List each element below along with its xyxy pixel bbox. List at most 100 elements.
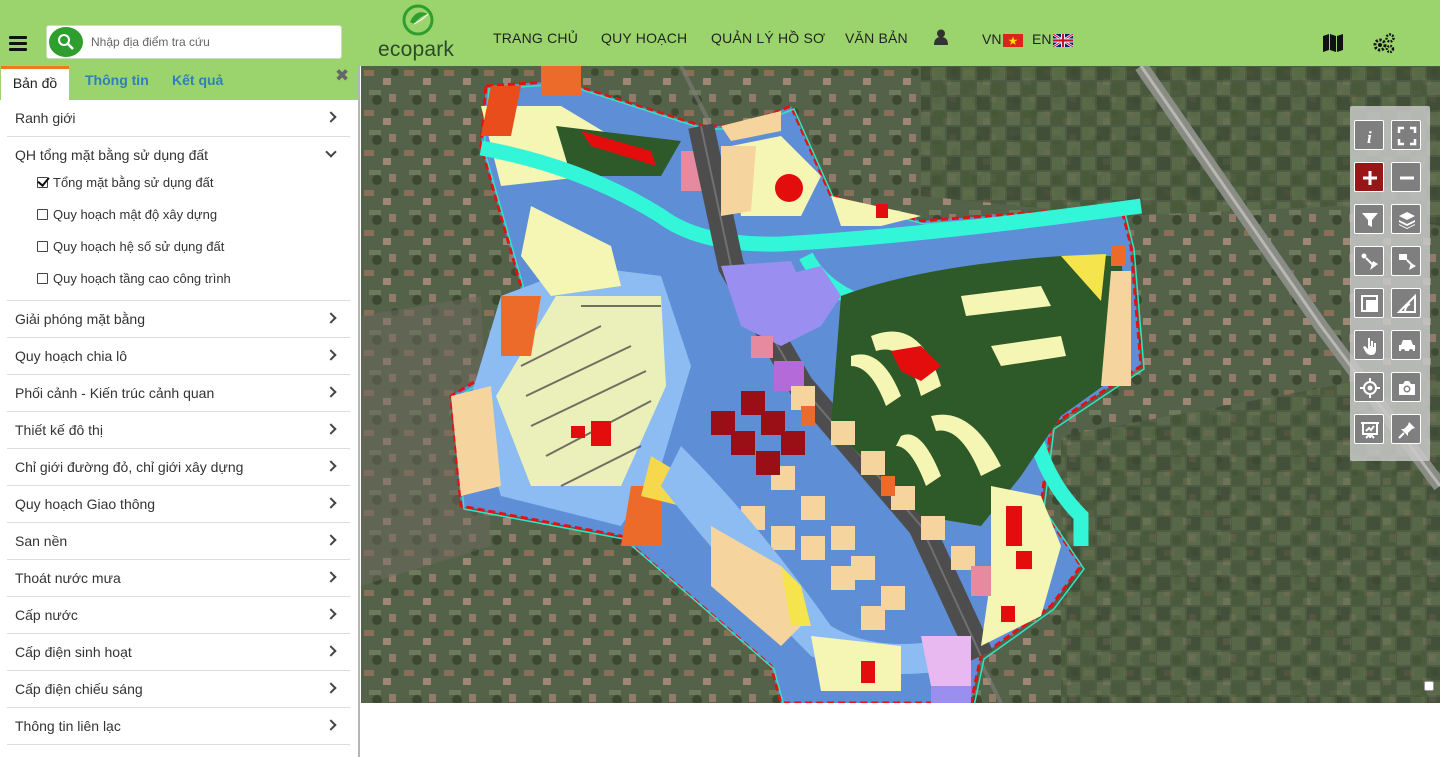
user-icon[interactable]: [934, 29, 948, 45]
zoom-in-icon: [1363, 171, 1377, 185]
nav-planning[interactable]: QUY HOẠCH: [601, 30, 687, 46]
chevron-right-icon: [325, 460, 337, 472]
select-point-tool[interactable]: [1354, 246, 1384, 276]
menu-label: Cấp điện sinh hoạt: [15, 644, 132, 660]
search-icon: [58, 34, 74, 50]
route-tool[interactable]: [1391, 330, 1421, 360]
measure-area-tool[interactable]: [1354, 288, 1384, 318]
svg-text:i: i: [1367, 128, 1372, 146]
menu-label: Thiết kế đô thị: [15, 422, 103, 438]
menu-urban-design[interactable]: Thiết kế đô thị: [7, 412, 350, 449]
menu-label: Phối cảnh - Kiến trúc cảnh quan: [15, 385, 215, 401]
lang-vn[interactable]: VN: [982, 31, 1001, 47]
chevron-right-icon: [325, 608, 337, 620]
info-tool[interactable]: i: [1354, 120, 1384, 150]
map-canvas[interactable]: [361, 66, 1440, 703]
info-icon: i: [1367, 128, 1372, 146]
menu-perspective[interactable]: Phối cảnh - Kiến trúc cảnh quan: [7, 375, 350, 412]
menu-label: Cấp điện chiếu sáng: [15, 681, 143, 697]
filter-icon: [1362, 213, 1378, 227]
menu-label: Cấp nước: [15, 607, 78, 623]
menu-water-supply[interactable]: Cấp nước: [7, 597, 350, 634]
menu-lighting[interactable]: Cấp điện chiếu sáng: [7, 671, 350, 708]
fullscreen-icon: [1397, 126, 1417, 146]
pan-tool[interactable]: [1354, 330, 1384, 360]
tab-result[interactable]: Kết quả: [172, 66, 223, 100]
menu-boundary-lines[interactable]: Chỉ giới đường đỏ, chỉ giới xây dựng: [7, 449, 350, 486]
chevron-right-icon: [325, 386, 337, 398]
layer-label: Quy hoạch hệ số sử dụng đất: [53, 239, 225, 254]
menu-hamburger-icon[interactable]: [9, 36, 27, 52]
menu-label: Quy hoạch chia lô: [15, 348, 128, 364]
layers-tool[interactable]: [1391, 204, 1421, 234]
screenshot-tool[interactable]: [1391, 372, 1421, 402]
menu-boundary[interactable]: Ranh giới: [7, 100, 350, 137]
select-point-icon: [1361, 253, 1378, 270]
menu-grading[interactable]: San nền: [7, 523, 350, 560]
menu-telecom[interactable]: Thông tin liên lạc: [7, 708, 350, 745]
close-icon[interactable]: ✖: [335, 66, 349, 86]
menu-power-supply[interactable]: Cấp điện sinh hoạt: [7, 634, 350, 671]
chevron-right-icon: [325, 645, 337, 657]
zoom-out-icon: [1400, 176, 1414, 180]
fullscreen-tool[interactable]: [1391, 120, 1421, 150]
menu-land-use[interactable]: QH tổng mặt bằng sử dụng đất: [7, 137, 350, 174]
tab-info[interactable]: Thông tin: [85, 66, 149, 100]
nav-home[interactable]: TRANG CHỦ: [493, 30, 578, 46]
chevron-right-icon: [325, 682, 337, 694]
planning-map[interactable]: [361, 66, 1440, 703]
nav-documents[interactable]: VĂN BẢN: [845, 30, 908, 46]
menu-traffic[interactable]: Quy hoạch Giao thông: [7, 486, 350, 523]
logo-text: ecopark: [378, 38, 455, 61]
measure-angle-tool[interactable]: [1391, 288, 1421, 318]
menu-label: Thông tin liên lạc: [15, 718, 121, 734]
menu-label: Chỉ giới đường đỏ, chỉ giới xây dựng: [15, 459, 244, 475]
filter-tool[interactable]: [1354, 204, 1384, 234]
pin-icon: [1398, 422, 1415, 439]
menu-label: Thoát nước mưa: [15, 570, 121, 586]
chevron-right-icon: [325, 423, 337, 435]
hand-icon: [1363, 338, 1376, 355]
chevron-right-icon: [325, 111, 337, 123]
layers-icon: [1399, 212, 1415, 229]
search-input[interactable]: [91, 32, 331, 52]
measure-area-icon: [1361, 295, 1378, 312]
lang-en[interactable]: EN: [1032, 31, 1051, 47]
checkbox-checked[interactable]: [37, 177, 48, 188]
nav-records[interactable]: QUẢN LÝ HỒ SƠ: [711, 30, 825, 46]
chevron-right-icon: [325, 312, 337, 324]
print-tool[interactable]: [1354, 414, 1384, 444]
map-icon[interactable]: [1322, 33, 1344, 53]
menu-label: Ranh giới: [15, 110, 76, 126]
menu-stormwater[interactable]: Thoát nước mưa: [7, 560, 350, 597]
zoom-out-tool[interactable]: [1391, 162, 1421, 192]
zoom-in-tool[interactable]: [1354, 162, 1384, 192]
map-corner-handle[interactable]: [1424, 681, 1434, 691]
pin-tool[interactable]: [1391, 414, 1421, 444]
checkbox[interactable]: [37, 209, 48, 220]
menu-label: Quy hoạch Giao thông: [15, 496, 156, 512]
chevron-right-icon: [325, 349, 337, 361]
search-button[interactable]: [49, 27, 83, 57]
menu-clearance[interactable]: Giải phóng mặt bằng: [7, 301, 350, 338]
select-area-tool[interactable]: [1391, 246, 1421, 276]
chevron-right-icon: [325, 719, 337, 731]
vietnam-flag-icon[interactable]: [1003, 34, 1023, 47]
car-icon: [1399, 340, 1415, 353]
search-bar: [46, 25, 342, 59]
uk-flag-icon[interactable]: [1053, 34, 1073, 47]
select-area-icon: [1399, 254, 1416, 270]
layer-label: Quy hoạch mật độ xây dựng: [53, 207, 218, 222]
chevron-right-icon: [325, 571, 337, 583]
checkbox[interactable]: [37, 273, 48, 284]
menu-lot-division[interactable]: Quy hoạch chia lô: [7, 338, 350, 375]
menu-label: Giải phóng mặt bằng: [15, 311, 145, 327]
settings-gears-icon[interactable]: [1372, 32, 1396, 54]
menu-label: QH tổng mặt bằng sử dụng đất: [15, 147, 209, 163]
map-toolbar: i: [1350, 106, 1430, 461]
sidebar-tabs: Bản đồ Thông tin Kết quả ✖: [0, 66, 358, 100]
checkbox[interactable]: [37, 241, 48, 252]
tab-map[interactable]: Bản đồ: [1, 66, 69, 100]
print-icon: [1361, 422, 1379, 439]
locate-tool[interactable]: [1354, 372, 1384, 402]
